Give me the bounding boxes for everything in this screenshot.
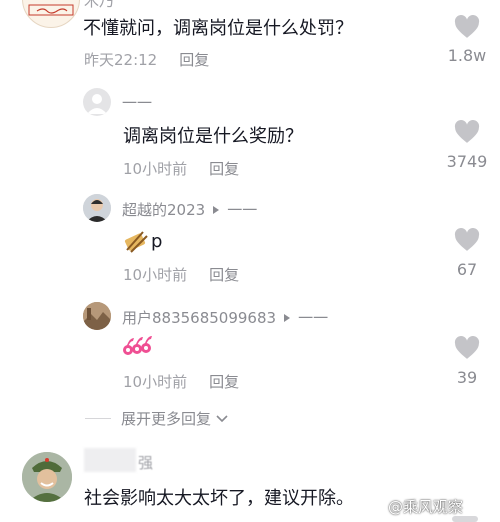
reply-1-reply-button[interactable]: 回复 — [209, 160, 239, 178]
bottom-comment-text: 社会影响太大太坏了，建议开除。 — [84, 488, 354, 509]
reply-3-reply-button[interactable]: 回复 — [209, 373, 239, 391]
bottom-comment-username-blurred — [84, 448, 136, 472]
person-photo-icon — [83, 194, 111, 222]
heart-icon[interactable] — [454, 15, 480, 39]
reply-3-meta: 10小时前 回复 — [123, 371, 239, 392]
top-comment-reply-button[interactable]: 回复 — [179, 51, 209, 69]
triangle-right-icon — [284, 313, 291, 322]
heart-icon[interactable] — [454, 228, 480, 252]
expand-more-label[interactable]: 展开更多回复 — [121, 408, 211, 429]
reply-2-meta: 10小时前 回复 — [123, 264, 239, 285]
reply-2-time: 10小时前 — [123, 266, 188, 284]
heart-icon[interactable] — [454, 120, 480, 144]
landscape-photo-icon — [83, 302, 111, 330]
default-user-icon — [87, 94, 107, 114]
reply-2-avatar[interactable] — [83, 194, 111, 222]
reply-2-like-count: 67 — [456, 260, 478, 279]
top-comment-text: 不懂就问，调离岗位是什么处罚？ — [83, 18, 353, 39]
bottom-comment-username[interactable]: 强 — [138, 452, 153, 473]
reply-3-content — [122, 336, 152, 362]
sticker-emoji-icon — [124, 231, 148, 253]
reply-2-reply-button[interactable]: 回复 — [209, 266, 239, 284]
avatar-seal-graphic — [28, 4, 74, 16]
top-comment-avatar[interactable] — [22, 0, 80, 28]
reply-1-username[interactable]: 一一 — [122, 92, 152, 113]
reply-2-username[interactable]: 超越的2023 一一 — [122, 199, 257, 220]
reply-3-reply-to[interactable]: 一一 — [298, 307, 328, 328]
person-photo-icon — [22, 452, 72, 502]
bottom-comment-like-count-partial — [452, 516, 478, 522]
triangle-right-icon — [213, 205, 220, 214]
reply-1-time: 10小时前 — [123, 160, 188, 178]
reply-2-reply-to[interactable]: 一一 — [227, 199, 257, 220]
reply-1-avatar[interactable] — [83, 88, 111, 116]
bottom-comment-avatar[interactable] — [22, 452, 72, 502]
reply-1-text: 调离岗位是什么奖励？ — [123, 126, 303, 147]
watermark: @乘风观察 — [388, 498, 464, 516]
sticker-666-icon — [123, 336, 152, 355]
reply-2-content: p — [123, 228, 162, 254]
top-comment-like-count: 1.8w — [447, 46, 487, 65]
reply-2-text: p — [151, 230, 163, 252]
reply-3-username[interactable]: 用户8835685099683 一一 — [122, 307, 328, 328]
reply-1-meta: 10小时前 回复 — [123, 158, 239, 179]
top-comment-username[interactable]: 木乃 — [84, 0, 114, 11]
reply-3-like-count: 39 — [456, 368, 478, 387]
reply-3-time: 10小时前 — [123, 373, 188, 391]
heart-icon[interactable] — [454, 336, 480, 360]
divider-line — [85, 418, 111, 419]
reply-1-like-count: 3749 — [446, 152, 488, 171]
chevron-down-icon — [216, 414, 228, 422]
top-comment-time: 昨天22:12 — [84, 51, 158, 69]
reply-3-avatar[interactable] — [83, 302, 111, 330]
top-comment-meta: 昨天22:12 回复 — [84, 49, 209, 70]
expand-more-replies[interactable]: 展开更多回复 — [85, 408, 229, 429]
